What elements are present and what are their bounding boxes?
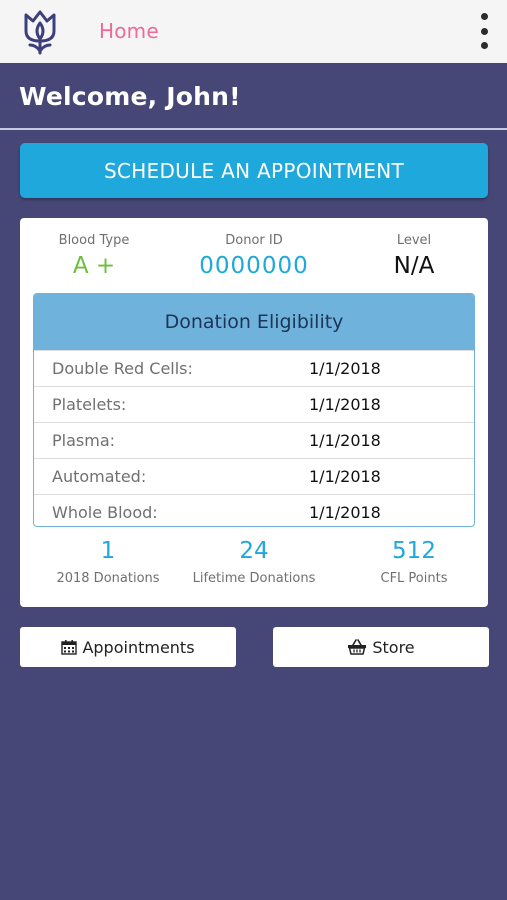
cfl-points-stat: 512 CFL Points: [354, 538, 474, 586]
welcome-heading: Welcome, John!: [19, 82, 241, 111]
eligibility-label: Platelets:: [52, 395, 127, 414]
eligibility-date: 1/1/2018: [309, 503, 381, 522]
eligibility-row-plasma: Plasma: 1/1/2018: [34, 422, 474, 458]
calendar-icon: [61, 640, 78, 655]
donation-eligibility-table: Donation Eligibility Double Red Cells: 1…: [33, 293, 475, 527]
cfl-points-value: 512: [392, 538, 436, 564]
lifetime-donations-label: Lifetime Donations: [192, 571, 316, 586]
donor-id-stat: Donor ID 0000000: [184, 233, 324, 279]
eligibility-row-automated: Automated: 1/1/2018: [34, 458, 474, 494]
donations-2018-stat: 1 2018 Donations: [48, 538, 168, 586]
eligibility-label: Whole Blood:: [52, 503, 158, 522]
eligibility-label: Plasma:: [52, 431, 116, 450]
eligibility-label: Automated:: [52, 467, 147, 486]
kebab-menu-icon[interactable]: [476, 13, 492, 49]
schedule-appointment-button[interactable]: SCHEDULE AN APPOINTMENT: [20, 143, 488, 198]
eligibility-row-double-red-cells: Double Red Cells: 1/1/2018: [34, 350, 474, 386]
donations-2018-label: 2018 Donations: [56, 571, 160, 586]
page-title: Home: [99, 19, 159, 43]
appointments-button[interactable]: Appointments: [20, 627, 236, 667]
eligibility-date: 1/1/2018: [309, 395, 381, 414]
eligibility-row-whole-blood: Whole Blood: 1/1/2018: [34, 494, 474, 526]
blood-type-label: Blood Type: [58, 233, 130, 248]
donor-id-value: 0000000: [199, 253, 309, 279]
tulip-logo-icon[interactable]: [22, 9, 58, 55]
donations-2018-value: 1: [100, 538, 116, 564]
lifetime-donations-stat: 24 Lifetime Donations: [184, 538, 324, 586]
level-value: N/A: [393, 253, 435, 279]
divider: [0, 128, 507, 130]
eligibility-date: 1/1/2018: [309, 431, 381, 450]
eligibility-date: 1/1/2018: [309, 467, 381, 486]
level-label: Level: [396, 233, 432, 248]
eligibility-row-platelets: Platelets: 1/1/2018: [34, 386, 474, 422]
donor-summary-card: Blood Type A + Donor ID 0000000 Level N/…: [20, 218, 488, 607]
cfl-points-label: CFL Points: [380, 571, 448, 586]
basket-icon: [348, 639, 367, 655]
blood-type-value: A +: [72, 253, 116, 279]
level-stat: Level N/A: [372, 233, 456, 279]
eligibility-date: 1/1/2018: [309, 359, 381, 378]
blood-type-stat: Blood Type A +: [48, 233, 140, 279]
donor-id-label: Donor ID: [225, 233, 283, 248]
eligibility-label: Double Red Cells:: [52, 359, 193, 378]
store-button[interactable]: Store: [273, 627, 489, 667]
store-label: Store: [372, 637, 415, 657]
lifetime-donations-value: 24: [239, 538, 269, 564]
top-app-bar: Home: [0, 0, 507, 63]
appointments-label: Appointments: [82, 637, 195, 657]
eligibility-title: Donation Eligibility: [34, 294, 474, 350]
